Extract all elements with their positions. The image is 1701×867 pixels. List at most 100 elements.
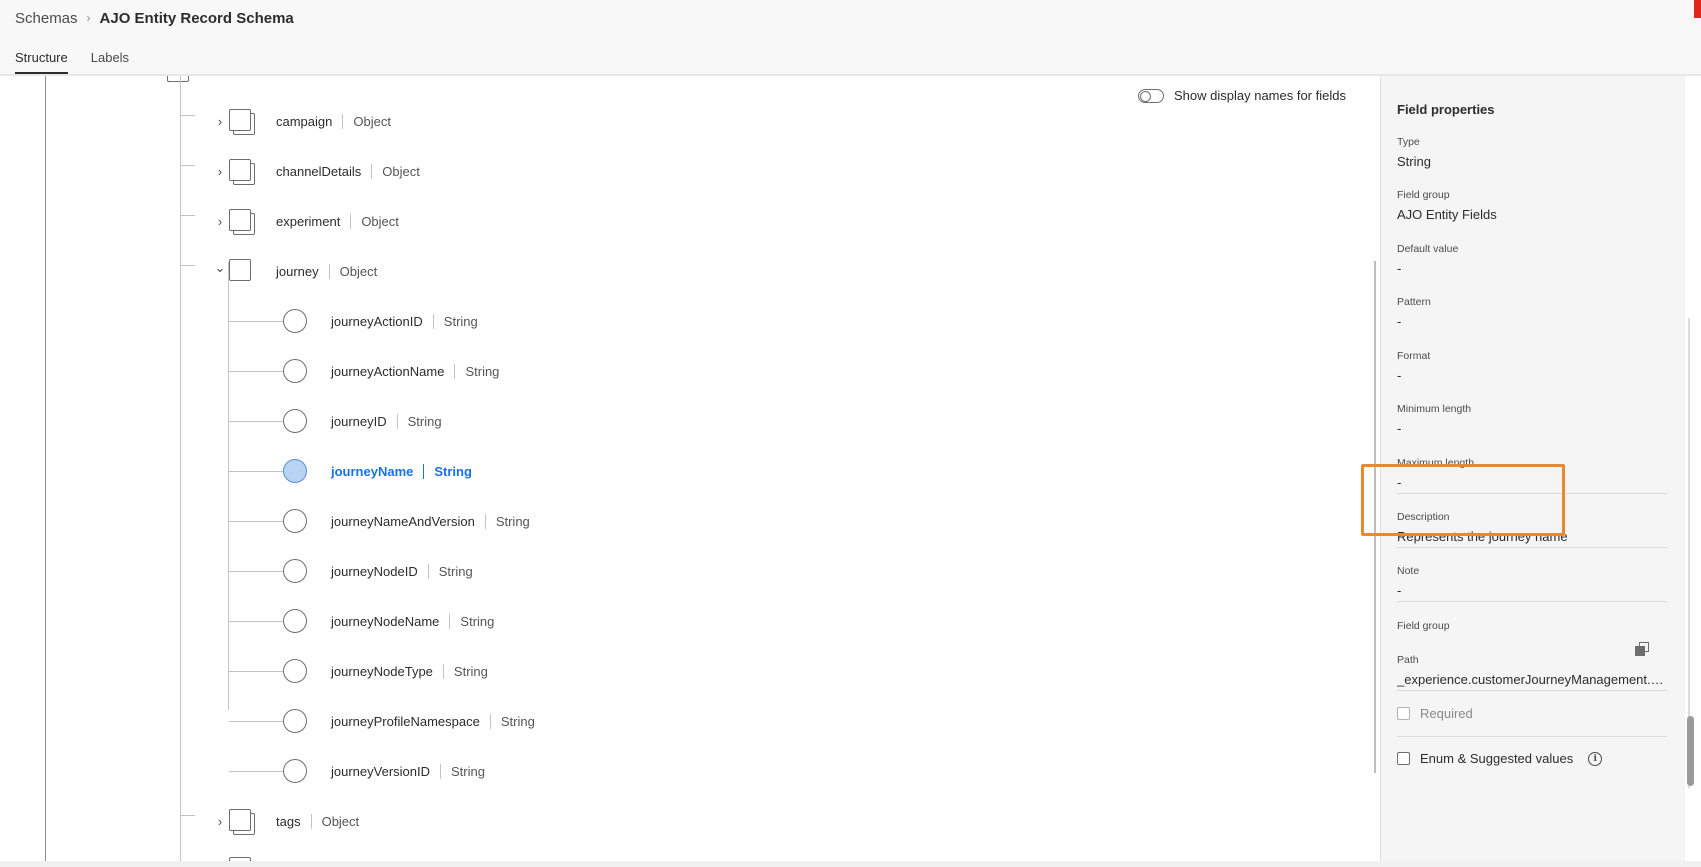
name-type-separator [427,563,429,579]
tree-branch [229,371,284,372]
bottom-edge [0,861,1701,867]
field-circle-icon[interactable] [283,459,307,483]
prop-value: - [1397,314,1402,329]
breadcrumb-schemas[interactable]: Schemas [15,10,78,27]
chevron-down-icon[interactable]: ⌄ [213,260,227,275]
field-type: Object [321,813,360,829]
enum-label: Enum & Suggested values [1420,751,1574,766]
tree-field[interactable]: journeyProfileNamespace String [331,711,535,731]
field-type: Object [339,263,378,279]
field-name: journeyActionName [331,363,445,379]
field-name: journeyProfileNamespace [331,713,480,729]
copy-icon[interactable] [1635,642,1649,656]
prop-value: - [1397,583,1402,598]
name-type-separator [442,663,444,679]
prop-field-group: Field group AJO Entity Fields [1397,189,1667,222]
tree-field[interactable]: journeyNodeName String [331,611,494,631]
tree-node-object[interactable]: channelDetails Object [276,161,420,181]
display-names-toggle[interactable]: Show display names for fields [1138,88,1346,103]
tree-node-object[interactable]: campaign Object [276,111,391,131]
tree-field[interactable]: journeyVersionID String [331,761,485,781]
tab-labels[interactable]: Labels [91,50,129,74]
tree-node-object[interactable]: experiment Object [276,211,399,231]
field-name: journeyNodeType [331,663,433,679]
field-circle-icon[interactable] [283,709,307,733]
chevron-right-icon[interactable]: › [213,814,227,829]
field-type: String [451,763,485,779]
object-icon[interactable] [229,109,255,135]
field-type: Object [353,113,391,129]
schema-tree-canvas[interactable]: › campaign Object › channelDetails Object › exp… [0,76,1380,861]
tree-field[interactable]: journeyNameAndVersion String [331,511,530,531]
name-type-separator [489,713,491,729]
required-checkbox-row: Required [1397,706,1473,721]
required-checkbox[interactable] [1397,707,1410,720]
breadcrumb-separator-icon: › [86,11,91,25]
field-circle-icon[interactable] [283,309,307,333]
tree-node-object[interactable]: journey Object [276,261,377,281]
chevron-right-icon[interactable]: › [213,114,227,129]
toggle-switch[interactable] [1138,88,1164,103]
tree-field[interactable]: journeyNodeType String [331,661,488,681]
object-icon[interactable] [229,259,255,285]
tree-branch [229,621,284,622]
tree-field[interactable]: journeyNodeID String [331,561,473,581]
tree-node-object[interactable]: tags Object [276,811,359,831]
tab-structure[interactable]: Structure [15,50,68,74]
tree-field[interactable]: journeyActionID String [331,311,478,331]
field-type: String [460,613,495,629]
object-icon[interactable] [229,809,255,835]
field-name: campaign [276,113,333,129]
object-icon[interactable] [229,159,255,185]
field-circle-icon[interactable] [283,359,307,383]
field-circle-icon[interactable] [283,609,307,633]
tree-branch [181,815,195,816]
chevron-right-icon[interactable]: › [213,214,227,229]
prop-label: Field group [1397,189,1450,201]
path-value: _experience.customerJourneyManagement.en… [1397,672,1667,687]
required-label: Required [1420,706,1473,721]
prop-field-group-2: Field group [1397,620,1667,632]
prop-value: String [1397,154,1431,169]
field-name: journeyNodeID [331,563,418,579]
tab-bar: Structure Labels [15,50,152,74]
tree-field[interactable]: journeyID String [331,411,442,431]
name-type-separator [423,463,425,479]
name-type-separator [350,213,352,229]
breadcrumb: Schemas › AJO Entity Record Schema [15,8,294,28]
tree-field-selected[interactable]: journeyName String [331,461,472,481]
name-type-separator [310,813,312,829]
tree-branch [229,671,284,672]
info-icon[interactable]: i [1588,751,1603,766]
field-type: String [500,713,535,729]
field-circle-icon[interactable] [283,409,307,433]
prop-label: Note [1397,565,1420,577]
field-name: journeyID [331,413,387,429]
name-type-separator [342,113,344,129]
field-circle-icon[interactable] [283,759,307,783]
panel-scrollbar[interactable] [1687,716,1694,786]
prop-value: - [1397,261,1402,276]
prop-pattern: Pattern - [1397,296,1667,329]
name-type-separator [396,413,398,429]
name-type-separator [432,313,434,329]
chevron-right-icon[interactable]: › [213,164,227,179]
tree-field[interactable]: journeyActionName String [331,361,499,381]
prop-label: Field group [1397,620,1450,632]
prop-label: Default value [1397,243,1459,255]
tree-branch [181,165,195,166]
prop-label: Type [1397,136,1420,148]
enum-checkbox[interactable] [1397,752,1410,765]
prop-label: Format [1397,350,1431,362]
field-name: experiment [276,213,341,229]
prop-value: - [1397,421,1402,436]
field-circle-icon[interactable] [283,509,307,533]
object-icon[interactable] [229,209,255,235]
name-type-separator [449,613,451,629]
prop-path: Path _experience.customerJourneyManageme… [1397,642,1667,687]
field-type: String [443,313,478,329]
tree-branch [229,321,284,322]
prop-type: Type String [1397,136,1667,169]
field-circle-icon[interactable] [283,559,307,583]
field-circle-icon[interactable] [283,659,307,683]
